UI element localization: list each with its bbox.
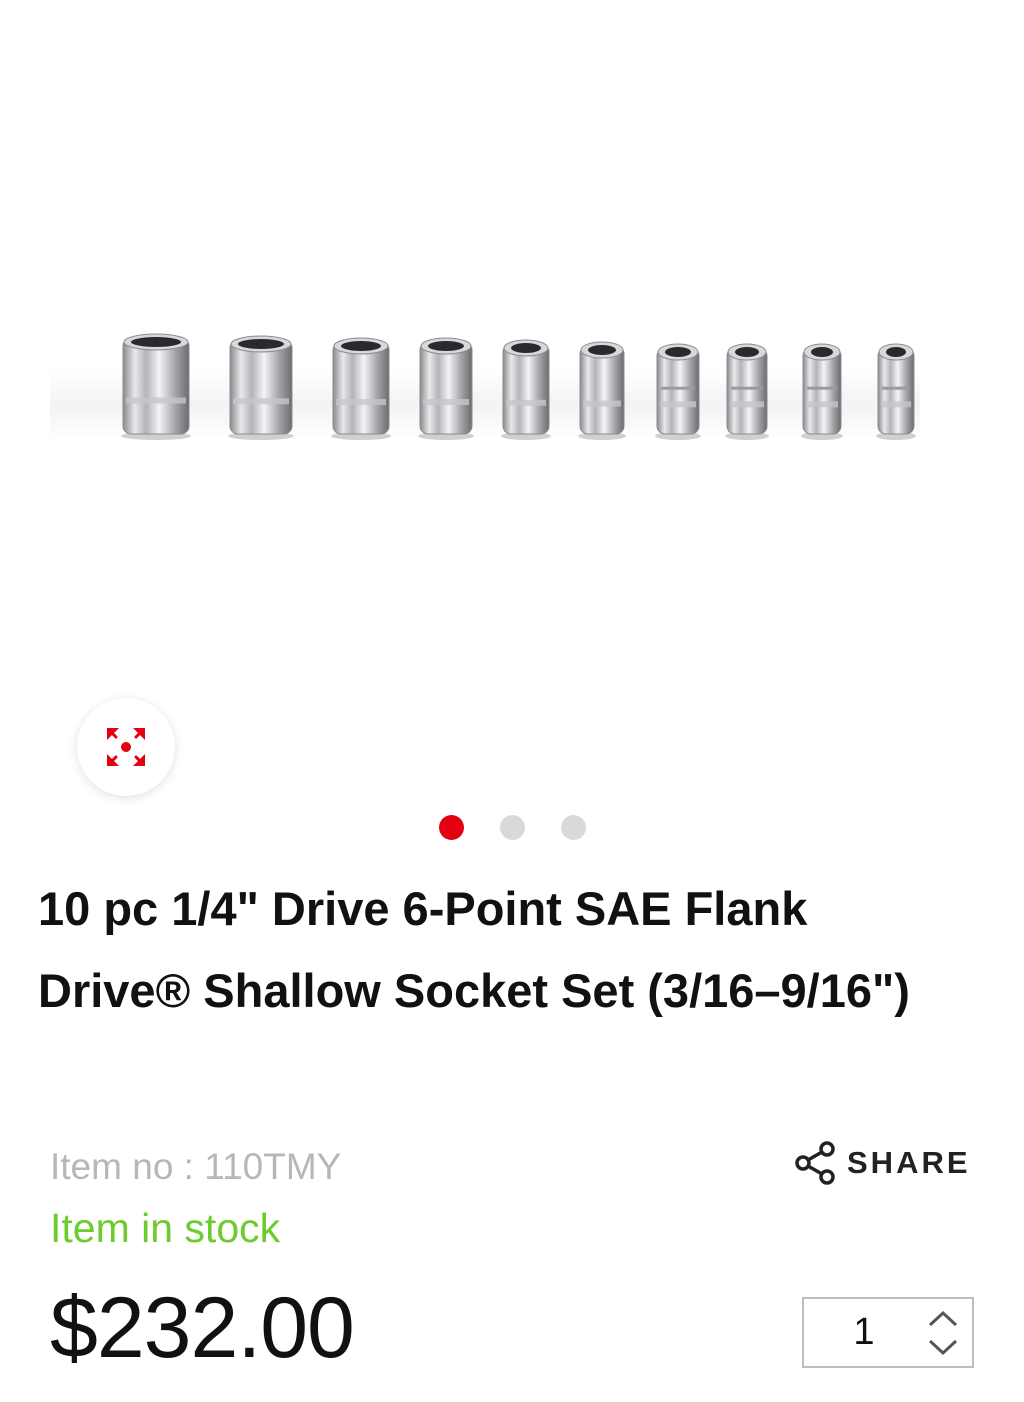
product-price: $232.00	[50, 1280, 355, 1376]
socket-5	[501, 339, 551, 440]
quantity-arrows	[922, 1305, 964, 1361]
socket-4	[418, 337, 474, 440]
chevron-up-icon	[928, 1310, 958, 1327]
share-label: SHARE	[847, 1145, 971, 1180]
socket-8	[725, 343, 769, 440]
stock-status: Item in stock	[50, 1205, 281, 1251]
socket-7	[655, 343, 701, 440]
socket-3	[331, 337, 391, 440]
chevron-down-icon	[928, 1339, 958, 1356]
quantity-input[interactable]	[804, 1299, 924, 1366]
product-image	[50, 333, 920, 440]
expand-icon	[107, 728, 145, 766]
product-page: 10 pc 1/4" Drive 6-Point SAE Flank Drive…	[0, 0, 1024, 1402]
quantity-decrement-button[interactable]	[922, 1333, 964, 1361]
socket-10	[876, 343, 916, 440]
share-button[interactable]: SHARE	[793, 1140, 971, 1186]
share-icon	[795, 1141, 835, 1185]
carousel-dots	[0, 815, 1024, 841]
product-title: 10 pc 1/4" Drive 6-Point SAE Flank Drive…	[38, 882, 910, 1017]
product-image-gallery[interactable]	[0, 0, 1024, 860]
quantity-stepper[interactable]	[802, 1297, 974, 1368]
zoom-button[interactable]	[77, 698, 175, 796]
carousel-dot-2[interactable]	[499, 815, 525, 840]
socket-2	[228, 335, 294, 440]
carousel-dot-3[interactable]	[560, 815, 586, 840]
socket-1	[121, 333, 191, 440]
carousel-dot-1[interactable]	[438, 815, 464, 840]
item-number: Item no : 110TMY	[50, 1146, 342, 1187]
socket-9	[801, 343, 843, 440]
quantity-increment-button[interactable]	[922, 1305, 964, 1333]
socket-6	[578, 341, 626, 440]
